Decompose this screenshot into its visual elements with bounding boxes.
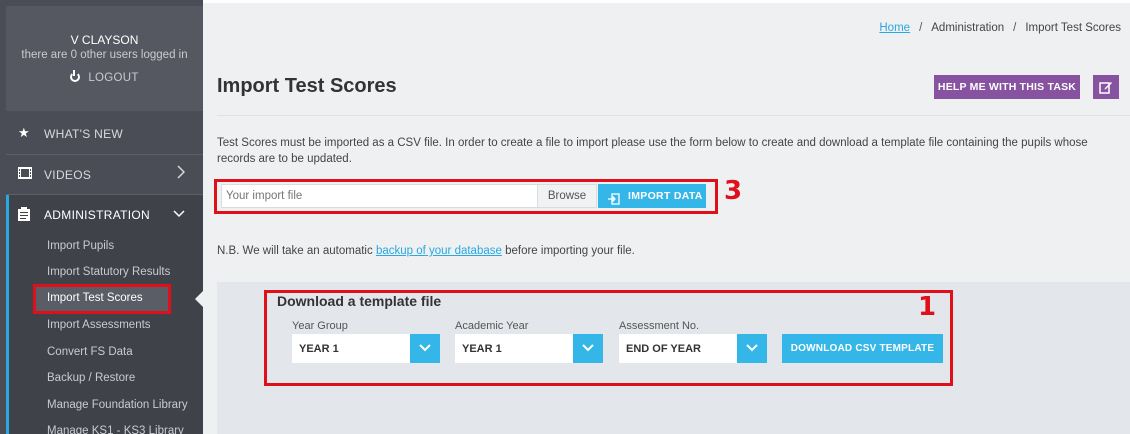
film-icon [18, 167, 32, 181]
user-name: V CLAYSON [70, 33, 139, 47]
sidebar-subitem-backup-restore[interactable]: Backup / Restore [47, 372, 135, 384]
annotation-box-sidebar [33, 284, 171, 314]
sidebar-subitem-manage-foundation-library[interactable]: Manage Foundation Library [47, 399, 188, 411]
sidebar-item-label: ADMINISTRATION [44, 208, 150, 222]
sidebar-subitem-import-assessments[interactable]: Import Assessments [47, 319, 151, 331]
sidebar-item-label: WHAT'S NEW [44, 127, 124, 141]
annotation-box-template [264, 290, 953, 386]
power-icon [70, 70, 81, 82]
logout-link[interactable]: LOGOUT [6, 70, 203, 84]
backup-note: N.B. We will take an automatic backup of… [217, 245, 635, 257]
breadcrumb-home-link[interactable]: Home [879, 22, 910, 34]
sidebar-subitem-manage-ks1-ks3-library[interactable]: Manage KS1 - KS3 Library [47, 425, 184, 434]
edit-button[interactable] [1093, 75, 1119, 99]
sidebar-subitem-import-statutory-results[interactable]: Import Statutory Results [47, 266, 170, 278]
sidebar-item-videos[interactable]: VIDEOS [6, 155, 203, 195]
annotation-number-template: 1 [918, 292, 937, 322]
users-logged-in-text: there are 0 other users logged in [21, 49, 188, 61]
logout-label: LOGOUT [88, 72, 139, 84]
chevron-right-icon [177, 165, 186, 182]
star-icon: ★ [18, 125, 30, 140]
page-title: Import Test Scores [217, 75, 397, 97]
top-border [203, 0, 1130, 3]
breadcrumb-administration: Administration [931, 22, 1005, 34]
user-panel: V CLAYSON there are 0 other users logged… [6, 6, 203, 111]
sidebar-subitem-import-pupils[interactable]: Import Pupils [47, 240, 114, 252]
title-divider [217, 115, 1130, 116]
breadcrumb-separator: / [1013, 22, 1017, 34]
backup-note-prefix: N.B. We will take an automatic [217, 245, 376, 257]
sidebar: V CLAYSON there are 0 other users logged… [0, 0, 203, 434]
breadcrumb: Home / Administration / Import Test Scores [879, 22, 1121, 34]
help-me-button[interactable]: HELP ME WITH THIS TASK [934, 75, 1080, 99]
sidebar-subitem-convert-fs-data[interactable]: Convert FS Data [47, 346, 133, 358]
backup-note-suffix: before importing your file. [501, 245, 635, 257]
description-text: Test Scores must be imported as a CSV fi… [217, 137, 1088, 165]
annotation-box-import [214, 179, 718, 214]
edit-icon [1099, 82, 1112, 94]
chevron-down-icon [173, 205, 185, 221]
annotation-number-import: 3 [724, 176, 743, 206]
breadcrumb-separator: / [919, 22, 923, 34]
sidebar-item-label: VIDEOS [44, 168, 92, 182]
breadcrumb-current: Import Test Scores [1025, 22, 1121, 34]
active-item-pointer [195, 291, 203, 307]
backup-database-link[interactable]: backup of your database [376, 245, 502, 257]
active-section-accent [6, 195, 9, 434]
sidebar-item-whats-new[interactable]: ★ WHAT'S NEW [6, 114, 203, 154]
clipboard-icon [18, 207, 32, 221]
